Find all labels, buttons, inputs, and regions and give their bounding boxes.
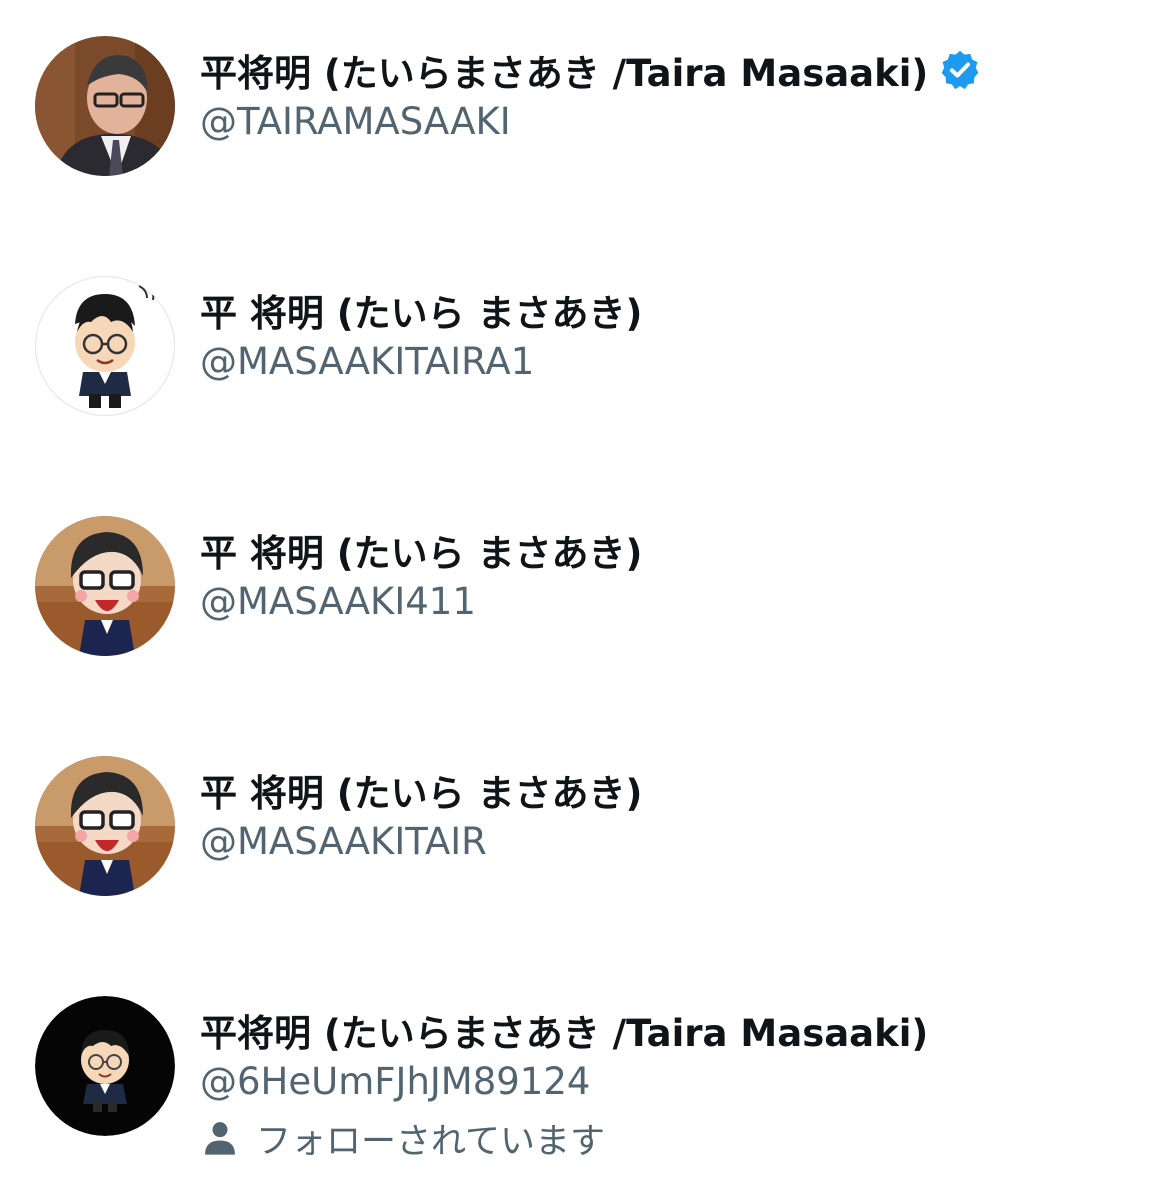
avatar-cartoon-black [35, 996, 175, 1136]
person-icon [200, 1118, 240, 1158]
avatar-figurine-photo [35, 756, 175, 896]
display-name[interactable]: 平 将明 (たいら まさあき) [200, 763, 642, 817]
display-name[interactable]: 平 将明 (たいら まさあき) [200, 523, 642, 577]
avatar[interactable] [35, 516, 175, 656]
account-row-5[interactable]: 平将明 (たいらまさあき /Taira Masaaki) @6HeUmFJhJM… [0, 996, 1160, 1176]
account-list: 平将明 (たいらまさあき /Taira Masaaki) @TAIRAMASAA… [0, 0, 1160, 1200]
avatar[interactable] [35, 36, 175, 176]
handle[interactable]: @6HeUmFJhJM89124 [200, 1060, 590, 1103]
account-row-3[interactable]: 平 将明 (たいら まさあき) @MASAAKI411 [0, 516, 1160, 666]
name-line: 平 将明 (たいら まさあき) [200, 282, 642, 338]
name-line: 平将明 (たいらまさあき /Taira Masaaki) [200, 1002, 928, 1058]
avatar-cartoon-white [35, 276, 175, 416]
account-row-1[interactable]: 平将明 (たいらまさあき /Taira Masaaki) @TAIRAMASAA… [0, 36, 1160, 186]
account-row-4[interactable]: 平 将明 (たいら まさあき) @MASAAKITAIR [0, 756, 1160, 906]
name-line: 平 将明 (たいら まさあき) [200, 762, 642, 818]
handle[interactable]: @MASAAKITAIR [200, 820, 487, 863]
name-line: 平 将明 (たいら まさあき) [200, 522, 642, 578]
avatar[interactable] [35, 276, 175, 416]
avatar[interactable] [35, 996, 175, 1136]
display-name[interactable]: 平将明 (たいらまさあき /Taira Masaaki) [200, 43, 928, 97]
verified-badge-icon [938, 48, 982, 92]
handle[interactable]: @MASAAKI411 [200, 580, 476, 623]
handle[interactable]: @TAIRAMASAAKI [200, 100, 511, 143]
follows-you-indicator: フォローされています [200, 1112, 605, 1164]
avatar[interactable] [35, 756, 175, 896]
follows-you-label: フォローされています [256, 1121, 605, 1162]
avatar-figurine-photo [35, 516, 175, 656]
handle[interactable]: @MASAAKITAIRA1 [200, 340, 534, 383]
account-row-2[interactable]: 平 将明 (たいら まさあき) @MASAAKITAIRA1 [0, 276, 1160, 426]
avatar-photo-portrait [35, 36, 175, 176]
name-line: 平将明 (たいらまさあき /Taira Masaaki) [200, 42, 982, 98]
display-name[interactable]: 平 将明 (たいら まさあき) [200, 283, 642, 337]
display-name[interactable]: 平将明 (たいらまさあき /Taira Masaaki) [200, 1003, 928, 1057]
